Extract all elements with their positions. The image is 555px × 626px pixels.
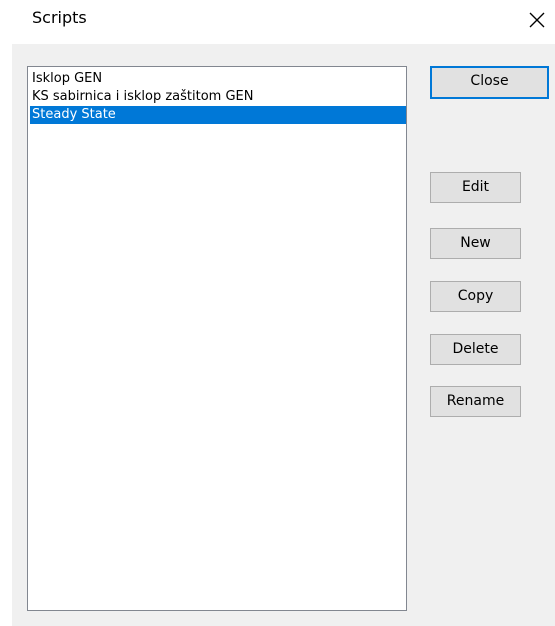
dialog-client-area: Isklop GEN KS sabirnica i isklop zaštito… [12,44,555,626]
list-item-selected[interactable]: Steady State [30,106,406,124]
scripts-listbox[interactable]: Isklop GEN KS sabirnica i isklop zaštito… [27,66,407,611]
copy-button[interactable]: Copy [430,281,521,312]
scripts-dialog: Scripts Isklop GEN KS sabirnica i isklop… [0,0,555,626]
edit-button[interactable]: Edit [430,172,521,203]
window-title: Scripts [32,8,87,27]
delete-button[interactable]: Delete [430,334,521,365]
close-button[interactable]: Close [430,66,549,99]
new-button[interactable]: New [430,228,521,259]
list-item[interactable]: Isklop GEN [30,70,102,88]
close-icon[interactable] [523,6,551,34]
rename-button[interactable]: Rename [430,386,521,417]
list-item[interactable]: KS sabirnica i isklop zaštitom GEN [30,88,253,106]
title-bar: Scripts [0,0,555,44]
